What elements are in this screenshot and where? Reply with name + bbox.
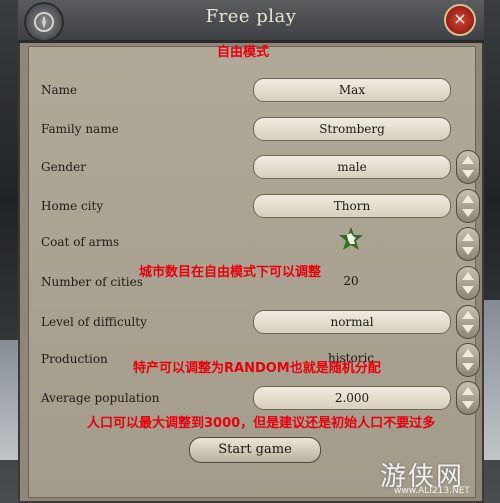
home-city-label: Home city xyxy=(41,199,104,213)
dialog-title: Free play xyxy=(205,6,297,27)
free-play-dialog: Free play × 自由模式 Name Max Family name St… xyxy=(18,0,484,503)
annotation-population: 人口可以最大调整到3000，但是建议还是初始人口不要过多 xyxy=(87,416,436,431)
number-of-cities-field: 20 xyxy=(343,274,359,288)
coat-of-arms-stepper[interactable] xyxy=(456,227,480,261)
settings-panel: 自由模式 Name Max Family name Stromberg Gend… xyxy=(28,45,480,498)
close-icon[interactable]: × xyxy=(444,4,476,36)
average-population-stepper[interactable] xyxy=(456,381,480,415)
annotation-production: 特产可以调整为RANDOM也就是随机分配 xyxy=(133,361,381,376)
home-city-stepper[interactable] xyxy=(456,189,480,223)
watermark-logo: 游侠网 www.ALI213.NET xyxy=(380,456,494,500)
difficulty-stepper[interactable] xyxy=(456,305,480,339)
family-name-label: Family name xyxy=(41,122,119,136)
name-field[interactable]: Max xyxy=(253,78,451,102)
production-label: Production xyxy=(41,352,108,366)
annotation-mode: 自由模式 xyxy=(217,45,270,60)
coat-of-arms-icon xyxy=(339,227,363,250)
difficulty-field: normal xyxy=(253,310,451,334)
title-bar: Free play × xyxy=(18,0,484,43)
number-of-cities-label: Number of cities xyxy=(41,275,143,289)
family-name-field[interactable]: Stromberg xyxy=(253,117,451,141)
number-of-cities-stepper[interactable] xyxy=(456,266,480,300)
difficulty-label: Level of difficulty xyxy=(41,315,147,329)
coat-of-arms-field xyxy=(253,227,449,251)
gender-stepper[interactable] xyxy=(456,150,480,184)
gender-field: male xyxy=(253,155,451,179)
start-game-button[interactable]: Start game xyxy=(189,437,321,463)
coat-of-arms-label: Coat of arms xyxy=(41,235,120,249)
gender-label: Gender xyxy=(41,160,86,174)
name-label: Name xyxy=(41,83,78,97)
average-population-field: 2.000 xyxy=(253,386,451,410)
watermark-url: www.ALI213.NET xyxy=(394,486,470,496)
average-population-label: Average population xyxy=(41,391,160,405)
production-stepper[interactable] xyxy=(456,343,480,377)
home-city-field: Thorn xyxy=(253,194,451,218)
